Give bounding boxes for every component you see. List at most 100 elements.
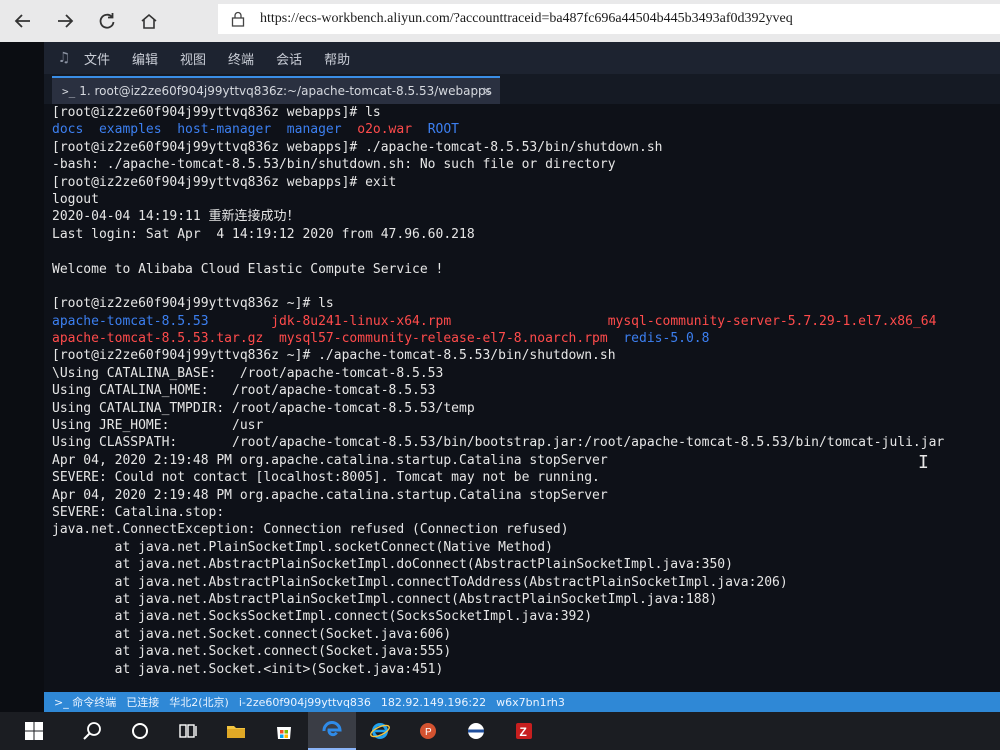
terminal-text: Using CATALINA_HOME: /root/apache-tomcat… — [52, 383, 436, 399]
arrow-right-icon — [58, 14, 74, 28]
status-ip: 182.92.149.196:22 — [380, 695, 487, 709]
terminal-line: Apr 04, 2020 2:19:48 PM org.apache.catal… — [44, 487, 1000, 504]
terminal-text: SEVERE: Catalina.stop: — [52, 504, 225, 520]
address-bar[interactable]: https://ecs-workbench.aliyun.com/?accoun… — [218, 4, 1000, 34]
terminal-text: redis-5.0.8 — [623, 331, 710, 347]
status-terminal-label[interactable]: >_ 命令终端 — [54, 694, 116, 710]
file-explorer-icon[interactable] — [212, 712, 260, 750]
windows-taskbar: P Z — [0, 712, 1000, 750]
menu-edit[interactable]: 编辑 — [132, 49, 158, 68]
terminal-line: 2020-04-04 14:19:11 重新连接成功！ — [44, 208, 1000, 225]
svg-text:P: P — [425, 727, 432, 738]
menu-session[interactable]: 会话 — [276, 49, 302, 68]
terminal-text: 2020-04-04 14:19:11 重新连接成功！ — [52, 209, 300, 225]
terminal-text: docs examples host-manager manager — [52, 122, 358, 138]
left-margin — [0, 42, 44, 712]
terminal-text: -bash: ./apache-tomcat-8.5.53/bin/shutdo… — [52, 157, 616, 173]
terminal-line: [root@iz2ze60f904j99yttvq836z ~]# ./apac… — [44, 347, 1000, 364]
task-view-icon[interactable] — [164, 712, 212, 750]
home-button[interactable] — [130, 2, 168, 40]
terminal-line: Apr 04, 2020 2:19:48 PM org.apache.catal… — [44, 452, 1000, 469]
vpn-client-icon[interactable] — [452, 712, 500, 750]
terminal-text: Using CLASSPATH: /root/apache-tomcat-8.5… — [52, 435, 945, 451]
terminal-text: Using CATALINA_TMPDIR: /root/apache-tomc… — [52, 400, 475, 416]
status-connection: 已连接 — [126, 696, 160, 709]
terminal-text: Apr 04, 2020 2:19:48 PM org.apache.catal… — [52, 452, 608, 468]
store-icon[interactable] — [260, 712, 308, 750]
session-tab[interactable]: >_ 1. root@iz2ze60f904j99yttvq836z:~/apa… — [52, 76, 500, 104]
terminal-text: apache-tomcat-8.5.53.tar.gz mysql57-comm… — [52, 331, 624, 347]
terminal-text: at java.net.AbstractPlainSocketImpl.conn… — [52, 574, 788, 590]
terminal-text: at java.net.AbstractPlainSocketImpl.conn… — [52, 591, 718, 607]
search-icon[interactable] — [68, 712, 116, 750]
terminal-text: o2o.war — [357, 122, 413, 138]
internet-explorer-icon[interactable] — [356, 712, 404, 750]
terminal-text: at java.net.AbstractPlainSocketImpl.doCo… — [52, 557, 733, 573]
svg-text:Z: Z — [520, 725, 527, 739]
terminal-line: at java.net.PlainSocketImpl.socketConnec… — [44, 539, 1000, 556]
app-menu-bar: ♫ 文件 编辑 视图 终端 会话 帮助 — [44, 42, 1000, 74]
terminal-text: java.net.ConnectException: Connection re… — [52, 522, 569, 538]
menu-view[interactable]: 视图 — [180, 49, 206, 68]
terminal-text: Last login: Sat Apr 4 14:19:12 2020 from… — [52, 226, 475, 242]
terminal-output[interactable]: [root@iz2ze60f904j99yttvq836z webapps]# … — [44, 104, 1000, 692]
terminal-line: SEVERE: Could not contact [localhost:800… — [44, 469, 1000, 486]
terminal-line: Last login: Sat Apr 4 14:19:12 2020 from… — [44, 226, 1000, 243]
terminal-line: at java.net.AbstractPlainSocketImpl.conn… — [44, 574, 1000, 591]
terminal-line: Using CLASSPATH: /root/apache-tomcat-8.5… — [44, 434, 1000, 451]
menu-file[interactable]: 文件 — [84, 49, 110, 68]
terminal-text: ROOT — [412, 122, 460, 138]
terminal-text: [root@iz2ze60f904j99yttvq836z webapps]# … — [52, 105, 381, 120]
terminal-line: Using JRE_HOME: /usr — [44, 417, 1000, 434]
refresh-icon — [99, 13, 115, 29]
status-session-id: w6x7bn1rh3 — [496, 695, 565, 709]
browser-toolbar: https://ecs-workbench.aliyun.com/?accoun… — [0, 0, 1000, 43]
terminal-line: [root@iz2ze60f904j99yttvq836z webapps]# … — [44, 174, 1000, 191]
terminal-text: at java.net.PlainSocketImpl.socketConnec… — [52, 539, 553, 555]
lock-icon — [226, 11, 250, 27]
forward-button[interactable] — [46, 2, 84, 40]
back-button[interactable] — [4, 2, 42, 40]
powerpoint-icon[interactable]: P — [404, 712, 452, 750]
menu-terminal[interactable]: 终端 — [228, 49, 254, 68]
terminal-text: at java.net.Socket.connect(Socket.java:6… — [52, 626, 452, 642]
terminal-text: at java.net.SocksSocketImpl.connect(Sock… — [52, 609, 593, 625]
text-cursor-icon: I — [918, 452, 929, 473]
terminal-text: at java.net.Socket.<init>(Socket.java:45… — [52, 661, 444, 677]
close-tab-icon[interactable]: × — [482, 84, 492, 98]
refresh-button[interactable] — [88, 2, 126, 40]
app-logo-icon: ♫ — [57, 50, 71, 66]
terminal-text: \Using CATALINA_BASE: /root/apache-tomca… — [52, 365, 444, 381]
terminal-line: Using CATALINA_TMPDIR: /root/apache-tomc… — [44, 400, 1000, 417]
terminal-line: at java.net.Socket.connect(Socket.java:5… — [44, 643, 1000, 660]
terminal-text: jdk-8u241-linux-x64.rpm mysql-community-… — [271, 313, 937, 329]
terminal-text: Welcome to Alibaba Cloud Elastic Compute… — [52, 261, 444, 277]
terminal-line: docs examples host-manager manager o2o.w… — [44, 121, 1000, 138]
terminal-line: at java.net.AbstractPlainSocketImpl.conn… — [44, 591, 1000, 608]
cortana-icon[interactable] — [116, 712, 164, 750]
terminal-line: logout — [44, 191, 1000, 208]
terminal-text: at java.net.Socket.connect(Socket.java:5… — [52, 644, 452, 660]
terminal-line: [root@iz2ze60f904j99yttvq836z webapps]# … — [44, 104, 1000, 121]
edge-icon[interactable] — [308, 712, 356, 750]
terminal-line: SEVERE: Catalina.stop: — [44, 504, 1000, 521]
terminal-text: logout — [52, 191, 99, 207]
terminal-line: [root@iz2ze60f904j99yttvq836z webapps]# … — [44, 139, 1000, 156]
terminal-line: Using CATALINA_HOME: /root/apache-tomcat… — [44, 382, 1000, 399]
terminal-text: Using JRE_HOME: /usr — [52, 418, 264, 434]
terminal-line: Welcome to Alibaba Cloud Elastic Compute… — [44, 261, 1000, 278]
session-tab-label: 1. root@iz2ze60f904j99yttvq836z:~/apache… — [79, 84, 492, 98]
terminal-line: -bash: ./apache-tomcat-8.5.53/bin/shutdo… — [44, 156, 1000, 173]
filezilla-icon[interactable]: Z — [500, 712, 548, 750]
terminal-text: apache-tomcat-8.5.53 — [52, 313, 272, 329]
terminal-text: [root@iz2ze60f904j99yttvq836z ~]# ./apac… — [52, 348, 616, 364]
terminal-line: at java.net.SocksSocketImpl.connect(Sock… — [44, 608, 1000, 625]
terminal-line: at java.net.Socket.<init>(Socket.java:45… — [44, 661, 1000, 678]
windows-start-icon[interactable] — [0, 712, 68, 750]
terminal-text: Apr 04, 2020 2:19:48 PM org.apache.catal… — [52, 487, 608, 503]
terminal-text: [root@iz2ze60f904j99yttvq836z webapps]# … — [52, 139, 663, 155]
status-region: 华北2(北京) — [169, 696, 229, 709]
terminal-prompt-icon: >_ — [62, 84, 76, 98]
menu-help[interactable]: 帮助 — [324, 49, 350, 68]
